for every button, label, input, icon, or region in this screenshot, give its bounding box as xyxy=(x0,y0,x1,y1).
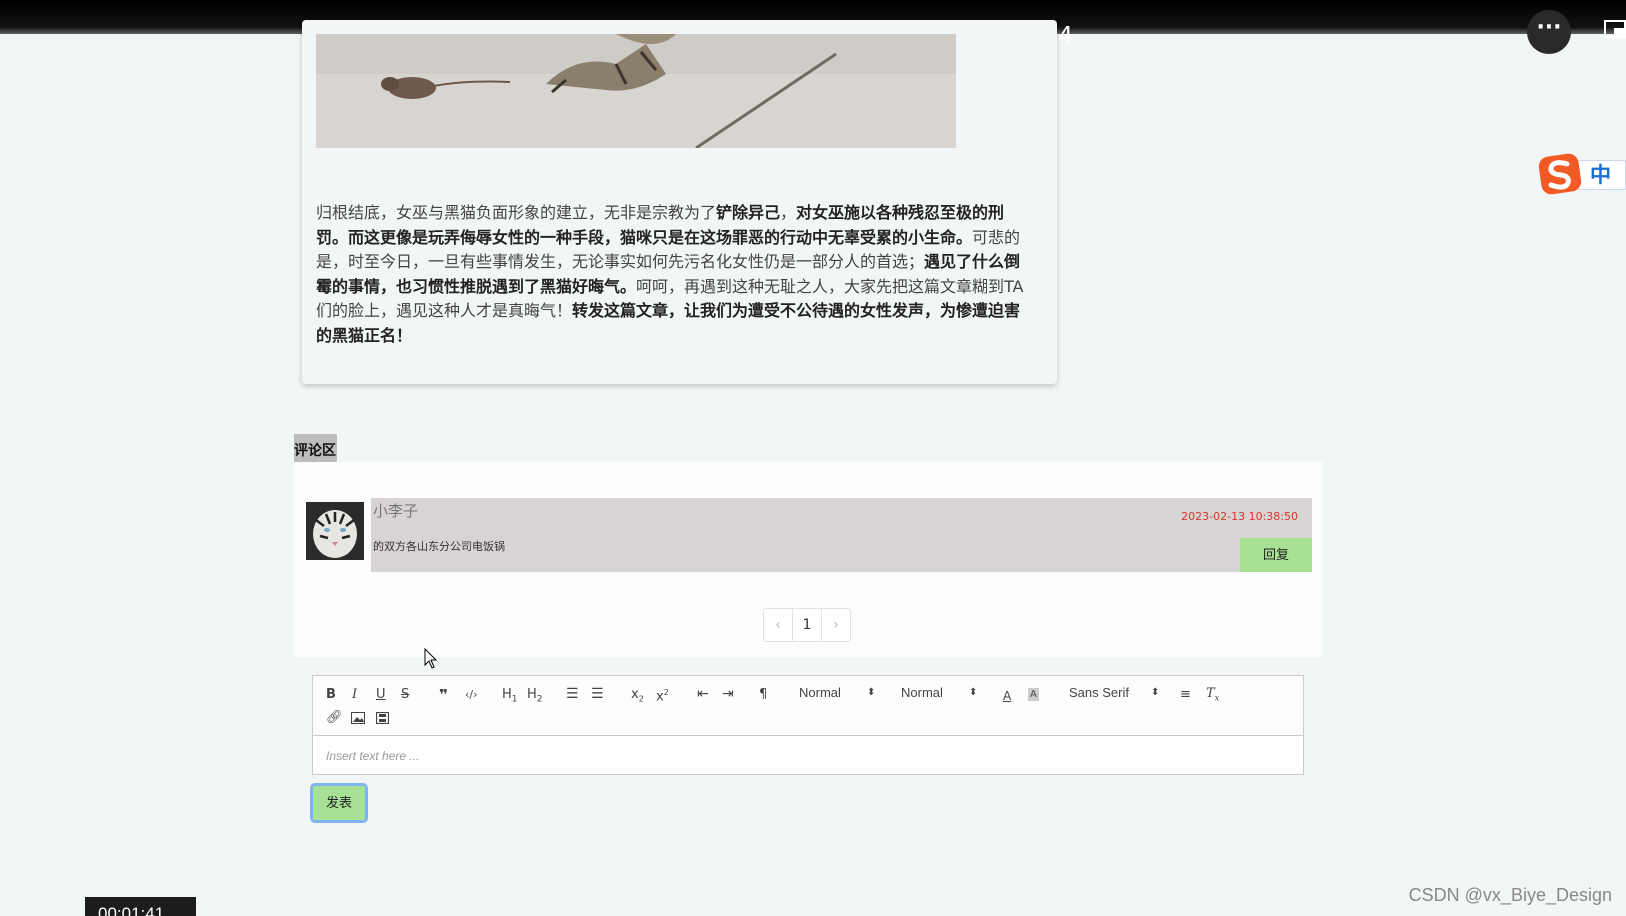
select-arrows-icon: ⬍ xyxy=(867,687,876,698)
comment-section-label: 评论区 xyxy=(294,434,337,463)
align-icon[interactable]: ≡ xyxy=(1180,686,1191,704)
indent-icon[interactable]: ⇥ xyxy=(722,685,734,703)
superscript-icon[interactable]: x2 xyxy=(656,684,669,704)
strikethrough-icon[interactable]: S xyxy=(401,686,409,704)
article-body: 归根结底，女巫与黑猫负面形象的建立，无非是宗教为了铲除异己，对女巫施以各种残忍至… xyxy=(316,201,1036,348)
csdn-watermark: CSDN @vx_Biye_Design xyxy=(1408,885,1612,905)
blockquote-icon[interactable]: ❞ xyxy=(439,686,448,704)
text-color-icon[interactable]: A xyxy=(1003,687,1011,705)
article-text-segment: ， xyxy=(780,203,797,222)
video-timecode: 00:01:41 xyxy=(85,897,196,916)
subscript-icon[interactable]: x2 xyxy=(631,686,644,704)
sogou-logo-icon xyxy=(1538,153,1582,195)
ime-indicator[interactable]: 中 xyxy=(1537,152,1626,196)
size-select[interactable]: Normal ⬍ xyxy=(901,685,981,700)
editor-toolbar: B I U S ❞ ‹/› H1 H2 ☰ ☰ x2 x2 ⇤ ⇥ ¶ Norm… xyxy=(313,676,1303,736)
article-text-segment: 归根结底，女巫与黑猫负面形象的建立，无非是宗教为了 xyxy=(316,203,717,222)
italic-icon[interactable]: I xyxy=(352,686,357,704)
comment-panel: 小李子 2023-02-13 10:38:50 的双方各山东分公司电饭锅 回复 … xyxy=(294,462,1323,657)
comment-text: 的双方各山东分公司电饭锅 xyxy=(373,540,505,553)
article-bold-segment: 铲除异己 xyxy=(716,203,781,222)
text-direction-icon[interactable]: ¶ xyxy=(759,686,767,704)
prev-page-button[interactable]: ‹ xyxy=(764,609,792,641)
picture-in-picture-icon[interactable] xyxy=(1604,20,1626,38)
reply-button[interactable]: 回复 xyxy=(1240,538,1312,572)
mouse-cursor-icon xyxy=(424,648,438,669)
article-card: 归根结底，女巫与黑猫负面形象的建立，无非是宗教为了铲除异己，对女巫施以各种残忍至… xyxy=(302,20,1057,384)
page-number-1[interactable]: 1 xyxy=(792,609,822,641)
select-arrows-icon: ⬍ xyxy=(1151,687,1160,698)
comment-editor: B I U S ❞ ‹/› H1 H2 ☰ ☰ x2 x2 ⇤ ⇥ ¶ Norm… xyxy=(312,675,1304,775)
ordered-list-icon[interactable]: ☰ xyxy=(566,685,579,703)
code-block-icon[interactable]: ‹/› xyxy=(465,686,478,704)
outdent-icon[interactable]: ⇤ xyxy=(697,685,709,703)
image-icon[interactable] xyxy=(351,712,365,724)
font-select[interactable]: Sans Serif ⬍ xyxy=(1069,685,1163,700)
bullet-list-icon[interactable]: ☰ xyxy=(591,685,604,703)
publish-button[interactable]: 发表 xyxy=(310,783,368,823)
more-options-button[interactable]: ··· xyxy=(1527,10,1571,54)
next-page-button[interactable]: › xyxy=(822,609,850,641)
comment-timestamp: 2023-02-13 10:38:50 xyxy=(1181,510,1298,523)
header-select[interactable]: Normal ⬍ xyxy=(799,685,879,700)
heading-2-icon[interactable]: H2 xyxy=(527,686,543,705)
heading-1-icon[interactable]: H1 xyxy=(502,686,518,705)
bold-icon[interactable]: B xyxy=(326,686,336,704)
comment-username: 小李子 xyxy=(373,502,419,520)
background-color-icon[interactable]: A xyxy=(1028,688,1039,701)
avatar xyxy=(306,502,364,560)
link-icon[interactable]: 🔗︎ xyxy=(326,709,343,727)
clear-format-icon[interactable]: Tx xyxy=(1206,685,1219,703)
underline-icon[interactable]: U xyxy=(376,686,386,704)
comment-item: 小李子 2023-02-13 10:38:50 的双方各山东分公司电饭锅 回复 xyxy=(371,498,1312,572)
editor-text-input[interactable]: Insert text here ... xyxy=(326,749,419,763)
pagination: ‹ 1 › xyxy=(763,608,851,642)
video-icon[interactable] xyxy=(376,712,389,724)
article-image-cat-and-rat xyxy=(316,34,956,148)
select-arrows-icon: ⬍ xyxy=(969,687,978,698)
